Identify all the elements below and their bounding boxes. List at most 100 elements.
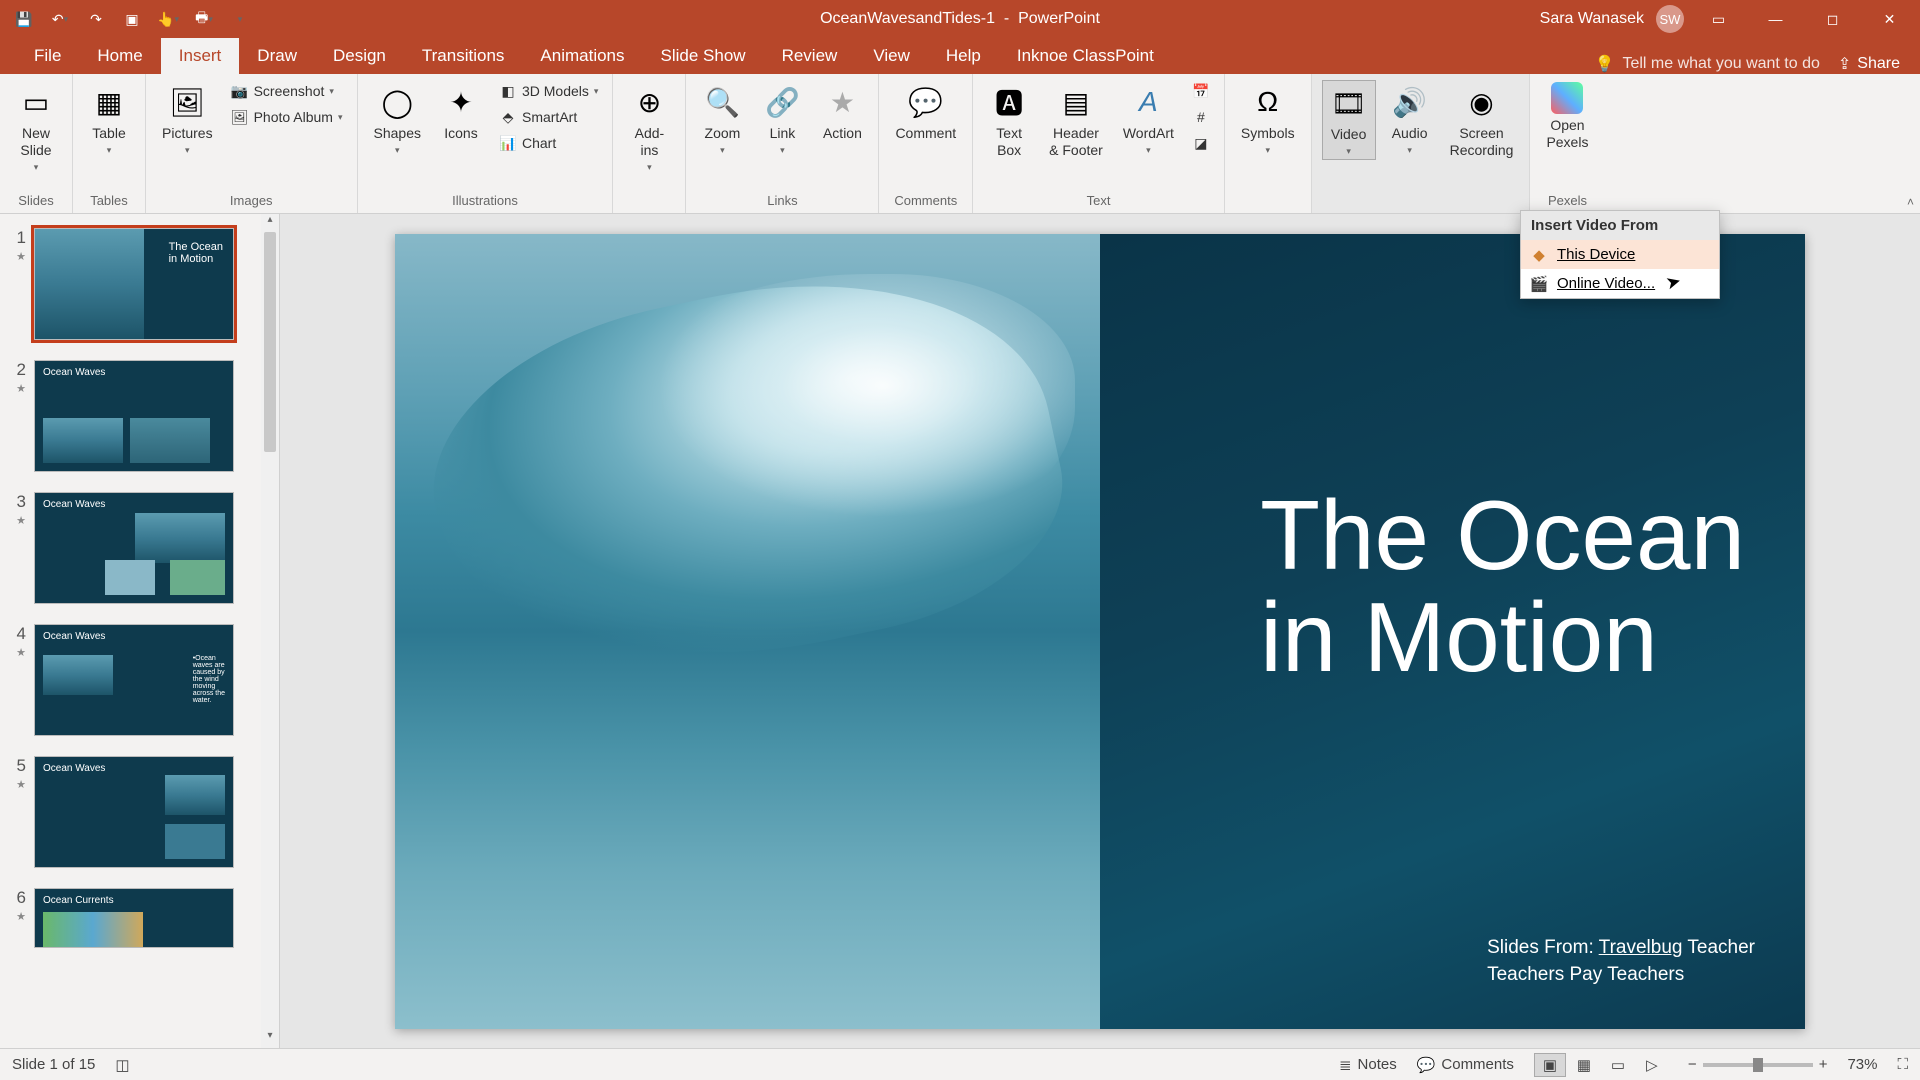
audio-icon: 🔊 bbox=[1390, 82, 1430, 122]
ribbon-display-icon[interactable]: ▭ bbox=[1696, 0, 1741, 38]
date-time-button[interactable]: 📅 bbox=[1188, 80, 1214, 102]
slideshow-icon: ▷ bbox=[1646, 1056, 1658, 1074]
minimize-icon[interactable]: — bbox=[1753, 0, 1798, 38]
thumb-number: 6 bbox=[10, 888, 26, 908]
tab-home[interactable]: Home bbox=[79, 38, 160, 74]
slide-thumbnails-panel: 1★ The Ocean in Motion 2★ Ocean Waves 3★… bbox=[0, 214, 280, 1048]
tab-design[interactable]: Design bbox=[315, 38, 404, 74]
accessibility-icon[interactable]: ◫ bbox=[115, 1056, 129, 1074]
slide-thumb-5[interactable]: Ocean Waves bbox=[34, 756, 234, 868]
table-button[interactable]: ▦ Table ▾ bbox=[83, 80, 135, 158]
chart-button[interactable]: 📊Chart bbox=[495, 132, 602, 154]
dropdown-item-online-video[interactable]: 🎬 Online Video... bbox=[1521, 269, 1719, 298]
icons-button[interactable]: ✦ Icons bbox=[435, 80, 487, 144]
tab-slideshow[interactable]: Slide Show bbox=[643, 38, 764, 74]
slide-thumb-1[interactable]: The Ocean in Motion bbox=[34, 228, 234, 340]
tell-me-search[interactable]: 💡 Tell me what you want to do bbox=[1595, 54, 1820, 74]
3d-models-button[interactable]: ◧3D Models ▾ bbox=[495, 80, 602, 102]
slide-thumb-2[interactable]: Ocean Waves bbox=[34, 360, 234, 472]
zoom-slider[interactable]: − + bbox=[1688, 1056, 1828, 1073]
audio-button[interactable]: 🔊 Audio ▾ bbox=[1384, 80, 1436, 158]
animation-star-icon: ★ bbox=[16, 382, 26, 395]
screen-recording-button[interactable]: ◉ Screen Recording bbox=[1444, 80, 1520, 161]
number-icon: # bbox=[1192, 108, 1210, 126]
addins-icon: ⊕ bbox=[629, 82, 669, 122]
animation-star-icon: ★ bbox=[16, 778, 26, 791]
smartart-button[interactable]: ⬘SmartArt bbox=[495, 106, 602, 128]
tab-view[interactable]: View bbox=[855, 38, 928, 74]
group-label-tables: Tables bbox=[83, 193, 135, 211]
collapse-ribbon-icon[interactable]: ˄ bbox=[1907, 195, 1914, 209]
dropdown-item-this-device[interactable]: ◆ This Device bbox=[1521, 240, 1719, 269]
slide-counter[interactable]: Slide 1 of 15 bbox=[12, 1056, 95, 1073]
comment-button[interactable]: 💬 Comment bbox=[889, 80, 962, 144]
tab-insert[interactable]: Insert bbox=[161, 38, 240, 74]
header-footer-button[interactable]: ▤ Header & Footer bbox=[1043, 80, 1109, 161]
start-from-beginning-icon[interactable]: ▣ bbox=[122, 9, 142, 29]
tab-help[interactable]: Help bbox=[928, 38, 999, 74]
zoom-percent[interactable]: 73% bbox=[1847, 1056, 1877, 1073]
slide-thumb-3[interactable]: Ocean Waves bbox=[34, 492, 234, 604]
zoom-button[interactable]: 🔍 Zoom ▾ bbox=[696, 80, 748, 158]
slide-thumb-6[interactable]: Ocean Currents bbox=[34, 888, 234, 948]
scroll-down-icon[interactable]: ▾ bbox=[261, 1030, 279, 1048]
thumbnails-scrollbar[interactable]: ▴ ▾ bbox=[261, 214, 279, 1048]
slideshow-view-button[interactable]: ▷ bbox=[1636, 1053, 1668, 1077]
normal-view-icon: ▣ bbox=[1543, 1056, 1557, 1074]
insert-video-dropdown: Insert Video From ◆ This Device 🎬 Online… bbox=[1520, 210, 1720, 299]
share-button[interactable]: ⇪ Share bbox=[1838, 54, 1900, 74]
open-pexels-button[interactable]: Open Pexels bbox=[1540, 80, 1594, 153]
addins-button[interactable]: ⊕ Add- ins ▾ bbox=[623, 80, 675, 175]
undo-icon[interactable]: ↶▾ bbox=[50, 9, 70, 29]
photo-album-button[interactable]: 🖼Photo Album ▾ bbox=[227, 106, 347, 128]
wordart-icon: A bbox=[1128, 82, 1168, 122]
slide-editor[interactable]: The Oceanin Motion Slides From: Travelbu… bbox=[280, 214, 1920, 1048]
group-label-links: Links bbox=[696, 193, 868, 211]
tab-file[interactable]: File bbox=[16, 38, 79, 74]
tab-classpoint[interactable]: Inknoe ClassPoint bbox=[999, 38, 1172, 74]
screenshot-button[interactable]: 📷Screenshot ▾ bbox=[227, 80, 347, 102]
touch-mode-icon[interactable]: 👆▾ bbox=[158, 9, 178, 29]
zoom-in-icon[interactable]: + bbox=[1819, 1056, 1828, 1073]
scroll-up-icon[interactable]: ▴ bbox=[261, 214, 279, 232]
close-icon[interactable]: ✕ bbox=[1867, 0, 1912, 38]
slide-credits-text[interactable]: Slides From: Travelbug Teacher Teachers … bbox=[1487, 935, 1755, 988]
new-slide-button[interactable]: ▭ New Slide ▾ bbox=[10, 80, 62, 175]
user-name[interactable]: Sara Wanasek bbox=[1540, 10, 1644, 28]
chart-icon: 📊 bbox=[499, 134, 517, 152]
group-label-symbols bbox=[1235, 208, 1301, 211]
tab-review[interactable]: Review bbox=[764, 38, 856, 74]
fit-to-window-icon[interactable]: ⛶ bbox=[1897, 1056, 1908, 1073]
symbols-button[interactable]: Ω Symbols ▾ bbox=[1235, 80, 1301, 158]
notes-button[interactable]: ≣Notes bbox=[1339, 1056, 1397, 1074]
wordart-button[interactable]: A WordArt ▾ bbox=[1117, 80, 1180, 158]
pictures-button[interactable]: 🖼 Pictures ▾ bbox=[156, 80, 219, 158]
save-icon[interactable]: 💾 bbox=[14, 9, 34, 29]
link-button: 🔗 Link ▾ bbox=[756, 80, 808, 158]
reading-view-button[interactable]: ▭ bbox=[1602, 1053, 1634, 1077]
tab-draw[interactable]: Draw bbox=[239, 38, 315, 74]
slide-thumb-4[interactable]: Ocean Waves •Ocean waves are caused by t… bbox=[34, 624, 234, 736]
slide-title-text[interactable]: The Oceanin Motion bbox=[1260, 484, 1745, 690]
textbox-button[interactable]: 🅰 Text Box bbox=[983, 80, 1035, 161]
tab-transitions[interactable]: Transitions bbox=[404, 38, 523, 74]
slide-number-button[interactable]: # bbox=[1188, 106, 1214, 128]
tab-animations[interactable]: Animations bbox=[522, 38, 642, 74]
animation-star-icon: ★ bbox=[16, 250, 26, 263]
slide-canvas[interactable]: The Oceanin Motion Slides From: Travelbu… bbox=[395, 234, 1805, 1029]
reading-icon: ▭ bbox=[1611, 1056, 1625, 1074]
redo-icon[interactable]: ↷ bbox=[86, 9, 106, 29]
comments-button[interactable]: 💬Comments bbox=[1417, 1056, 1514, 1074]
zoom-out-icon[interactable]: − bbox=[1688, 1056, 1697, 1073]
shapes-button[interactable]: ◯ Shapes ▾ bbox=[368, 80, 427, 158]
quick-print-icon[interactable]: 🖶▾ bbox=[194, 9, 214, 29]
object-button[interactable]: ◪ bbox=[1188, 132, 1214, 154]
video-button[interactable]: 🎞 Video ▾ bbox=[1322, 80, 1376, 160]
screenshot-icon: 📷 bbox=[231, 82, 249, 100]
normal-view-button[interactable]: ▣ bbox=[1534, 1053, 1566, 1077]
user-avatar[interactable]: SW bbox=[1656, 5, 1684, 33]
qat-customize-icon[interactable]: ▾ bbox=[230, 9, 250, 29]
maximize-icon[interactable]: ◻ bbox=[1810, 0, 1855, 38]
video-icon: 🎞 bbox=[1329, 83, 1369, 123]
slide-sorter-button[interactable]: ▦ bbox=[1568, 1053, 1600, 1077]
